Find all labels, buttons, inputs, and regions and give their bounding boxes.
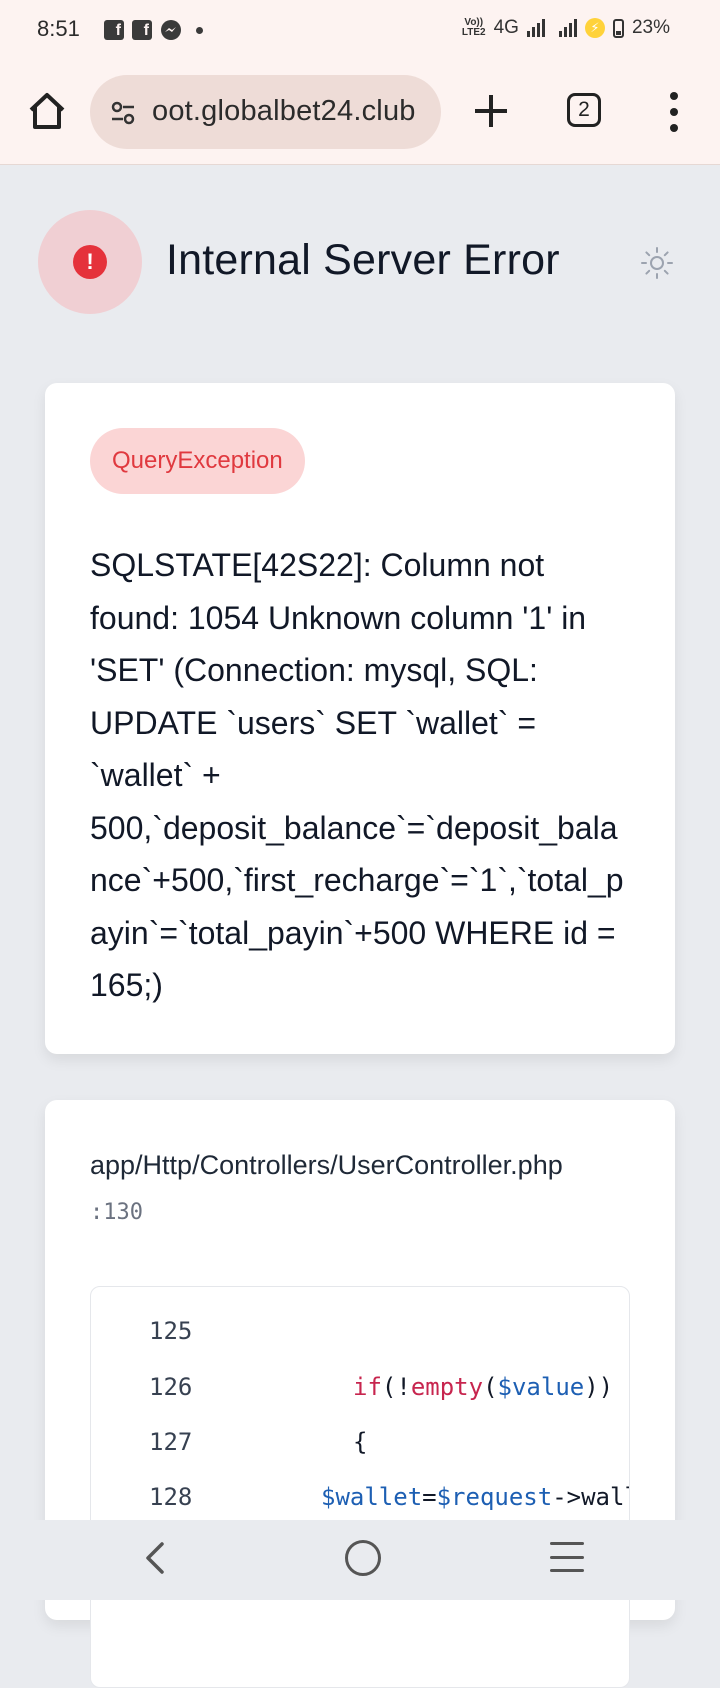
status-time: 8:51 [37,16,80,41]
signal-icon [526,19,545,37]
code-line: 126 if(!empty($value)) [91,1373,629,1413]
exception-type-badge: QueryException [90,428,305,494]
url-text: oot.globalbet24.club [152,95,416,127]
line-number: 128 [149,1483,193,1511]
recent-apps-icon[interactable] [550,1542,584,1572]
file-line-number: :130 [90,1200,143,1225]
exception-card: QueryException SQLSTATE[42S22]: Column n… [45,383,675,1054]
facebook-icon: f [132,20,152,40]
page-title: Internal Server Error [166,236,560,284]
exception-message: SQLSTATE[42S22]: Column not found: 1054 … [90,547,624,1003]
code-line: 127 { [91,1428,629,1468]
network-type: 4G [493,17,519,38]
code-line: 128 $wallet=$request->wallet [91,1483,629,1523]
home-icon[interactable] [26,90,68,132]
battery-icon [612,18,624,38]
tab-count: 2 [578,98,590,121]
system-navigation-bar [0,1520,720,1600]
power-saver-icon: ⚡ [584,18,605,38]
battery-level: 23% [631,17,670,38]
notification-icons: f f [104,19,203,41]
messenger-icon [161,20,181,40]
tab-switcher-button[interactable]: 2 [567,93,601,127]
code-text: { [353,1428,368,1456]
home-nav-icon[interactable] [345,1540,381,1576]
code-text: if(!empty($value)) [353,1373,614,1401]
system-indicators: Vo)) LTE2 4G ⚡ 23% [462,17,670,39]
line-number: 125 [149,1317,193,1345]
site-settings-icon[interactable] [110,100,136,126]
more-notifications-icon [196,26,203,34]
code-line: 125 [91,1317,629,1357]
volte-icon: Vo)) LTE2 [461,17,486,38]
new-tab-icon[interactable] [472,92,510,130]
error-icon: ! [73,245,107,279]
file-path[interactable]: app/Http/Controllers/UserController.php [90,1150,563,1181]
status-bar: 8:51 f f Vo)) LTE2 4G ⚡ 23% [0,0,720,62]
line-number: 127 [149,1428,193,1456]
error-icon-container: ! [38,210,142,314]
back-icon[interactable] [140,1538,170,1578]
address-bar[interactable]: oot.globalbet24.club [90,75,441,149]
code-snippet: 125 126 if(!empty($value)) 127 { 128 $wa… [90,1286,630,1688]
theme-toggle-sun-icon[interactable] [640,246,674,280]
facebook-icon: f [104,20,124,40]
signal-icon [558,19,577,37]
line-number: 126 [149,1373,193,1401]
code-text: $wallet=$request->wallet [321,1483,629,1511]
browser-toolbar: oot.globalbet24.club 2 [0,62,720,165]
more-menu-icon[interactable] [668,92,680,132]
